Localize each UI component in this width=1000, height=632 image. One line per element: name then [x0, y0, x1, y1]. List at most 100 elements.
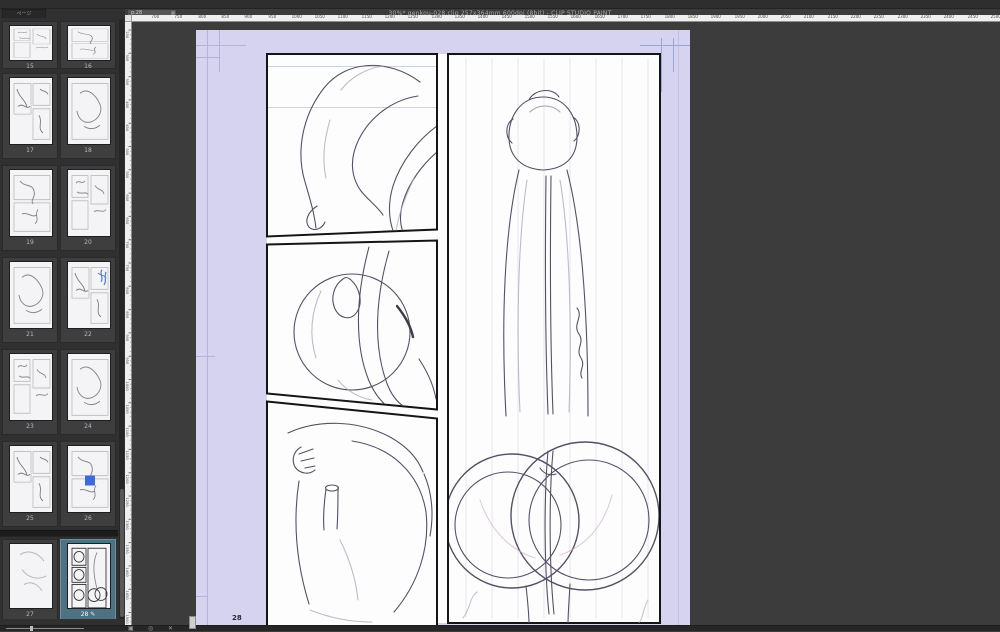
ruler-tick-label: 850	[125, 310, 130, 318]
slider-knob[interactable]	[30, 626, 33, 631]
page-number: 21	[26, 331, 34, 338]
ruler-tick-label: 2200	[850, 15, 861, 20]
page-thumbnail-23[interactable]: 23	[2, 349, 58, 435]
page-thumbnail-16[interactable]: 16	[60, 21, 116, 70]
page-thumbnail-18[interactable]: 18	[60, 73, 116, 159]
page-manager-tab[interactable]: ページ	[2, 9, 46, 18]
sketch-thumbnail	[71, 358, 109, 416]
page-preview	[9, 543, 53, 609]
ruler-tick-label: 1050	[125, 404, 130, 414]
page-preview	[67, 353, 111, 421]
ruler-tick-label: 800	[125, 287, 130, 295]
page-preview	[67, 25, 111, 61]
page-thumbnail-26[interactable]: 26	[60, 441, 116, 527]
ruler-tick-label: 1750	[640, 15, 652, 20]
ruler-tick-label: 850	[221, 15, 230, 20]
ruler-tick-label: 2150	[827, 15, 838, 20]
spread-row: 15 16	[0, 21, 118, 70]
page-number: 26	[84, 515, 92, 522]
page-number: 28 ✎	[80, 611, 96, 618]
canvas-viewport[interactable]: 28	[132, 22, 1000, 631]
manga-page-canvas[interactable]: 28	[132, 22, 1000, 631]
spread-separator	[0, 530, 118, 537]
ruler-tick-label: 900	[244, 15, 253, 20]
ruler-tick-label: 1250	[125, 497, 130, 507]
ruler-tick-label: 2500	[990, 15, 1000, 20]
page-number: 23	[26, 423, 34, 430]
page-thumbnail-list: 15 16 17 18 19 20 21 22 23 24 25 26 27 28 ✎	[0, 19, 118, 619]
ruler-tick-label: 1050	[314, 15, 325, 20]
page-preview	[9, 77, 53, 145]
ruler-tick-label: 1400	[477, 15, 489, 20]
page-thumbnail-19[interactable]: 19	[2, 165, 58, 251]
page-list-scrollbar[interactable]	[119, 19, 124, 619]
sketch-thumbnail	[71, 82, 109, 140]
page-preview	[9, 261, 53, 329]
page-manager-tab-label: ページ	[16, 11, 32, 17]
ruler-tick-label: 1450	[125, 590, 130, 600]
page-thumbnail-22[interactable]: 22	[60, 257, 116, 343]
ruler-tick-label: 1950	[734, 15, 745, 20]
page-thumbnail-15[interactable]: 15	[2, 21, 58, 70]
page-number: 24	[84, 423, 92, 430]
page-number: 22	[84, 331, 92, 338]
ruler-tick-label: 1200	[125, 474, 130, 484]
page-thumbnail-20[interactable]: 20	[60, 165, 116, 251]
page-thumbnail-17[interactable]: 17	[2, 73, 58, 159]
page-number-label: 28	[232, 614, 242, 622]
spread-row: 23 24	[0, 349, 118, 435]
ruler-tick-label: 1000	[125, 381, 130, 391]
page-thumbnail-27[interactable]: 27	[2, 539, 58, 619]
ruler-tick-label: 1700	[617, 15, 628, 20]
page-number: 20	[84, 239, 92, 246]
page-preview	[9, 445, 53, 513]
ruler-tick-label: 500	[125, 147, 130, 155]
page-number: 25	[26, 515, 34, 522]
page-thumbnail-28[interactable]: 28 ✎	[60, 539, 116, 619]
sketch-thumbnail	[13, 82, 51, 140]
page-thumbnail-25[interactable]: 25	[2, 441, 58, 527]
page-preview	[67, 261, 111, 329]
sketch-thumbnail	[13, 450, 51, 508]
spread-row: 27 28 ✎	[0, 539, 118, 619]
sketch-thumbnail	[13, 174, 51, 232]
ruler-tick-label: 650	[125, 217, 130, 225]
page-thumbnail-21[interactable]: 21	[2, 257, 58, 343]
ruler-tick-label: 2000	[757, 15, 768, 20]
ruler-tick-label: 950	[267, 15, 276, 20]
ruler-tick-label: 700	[151, 15, 160, 20]
sketch-thumbnail	[71, 450, 109, 508]
ruler-tick-label: 2250	[873, 15, 885, 20]
page-thumbnail-24[interactable]: 24	[60, 349, 116, 435]
ruler-tick-label: 900	[125, 334, 130, 342]
ruler-tick-label: 1450	[501, 15, 512, 20]
ruler-tick-label: 1850	[687, 15, 698, 20]
ruler-tick-label: 2400	[943, 15, 955, 20]
panel-1	[266, 53, 438, 238]
sketch-thumbnail	[19, 551, 47, 592]
page-manager-panel: ページ 15 16 17 18 19 20 21 22 23 24 25 26 27 28 ✎	[0, 9, 125, 625]
scrollbar-thumb[interactable]	[119, 489, 124, 617]
panel-2	[266, 239, 438, 411]
scrollbar-thumb[interactable]	[189, 616, 196, 629]
sketch-thumbnail	[13, 266, 51, 324]
thumbnail-size-slider[interactable]	[6, 626, 84, 631]
page-number: 16	[84, 63, 92, 70]
page-preview	[67, 77, 111, 145]
ruler-tick-label: 1300	[431, 15, 442, 20]
ruler-tick-label: 1300	[125, 520, 130, 530]
ruler-tick-label: 750	[174, 15, 183, 20]
ruler-tick-label: 1400	[125, 567, 130, 577]
ruler-tick-label: 2450	[967, 15, 978, 20]
ruler-tick-label: 300	[125, 54, 130, 62]
ruler-ticks	[128, 29, 131, 623]
ruler-tick-label: 2300	[897, 15, 908, 20]
ruler-tick-label: 1500	[125, 614, 130, 624]
ruler-tick-label: 1500	[524, 15, 535, 20]
spread-row: 21 22	[0, 257, 118, 343]
page-preview	[67, 445, 111, 513]
sketch-thumbnail	[13, 28, 51, 58]
ruler-tick-label: 1350	[125, 544, 130, 554]
page-number: 27	[26, 611, 34, 618]
page-number: 15	[26, 63, 34, 70]
